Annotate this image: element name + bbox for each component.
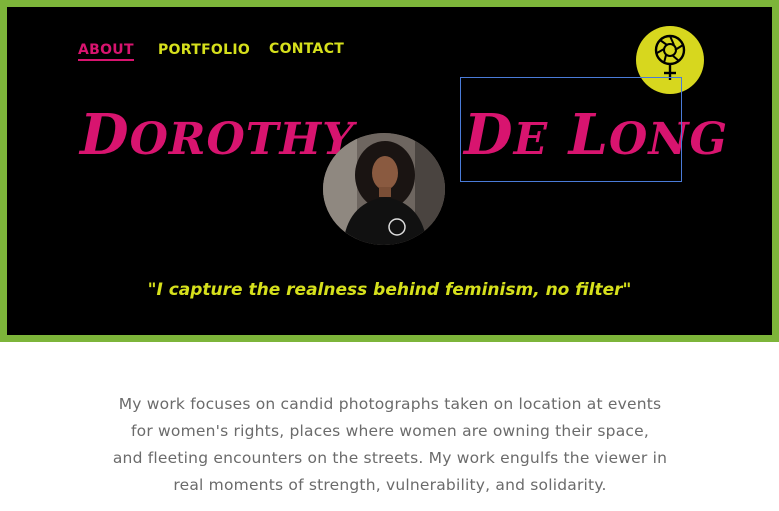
intro-line: for women's rights, places where women a… [131,422,649,440]
nav-contact-link[interactable]: CONTACT [269,41,344,57]
intro-line: My work focuses on candid photographs ta… [118,395,662,413]
nav-portfolio-link[interactable]: PORTFOLIO [158,42,250,58]
first-name-heading: DOROTHY [80,102,355,168]
intro-line: and fleeting encounters on the streets. … [112,449,668,467]
tagline: "I capture the realness behind feminism,… [147,280,632,300]
portrait-image [323,133,445,245]
nav-about-link[interactable]: ABOUT [78,42,134,61]
profile-photo [323,133,445,245]
selection-outline [460,77,682,182]
intro-line: real moments of strength, vulnerability,… [173,476,607,494]
intro-paragraph: My work focuses on candid photographs ta… [90,391,690,499]
